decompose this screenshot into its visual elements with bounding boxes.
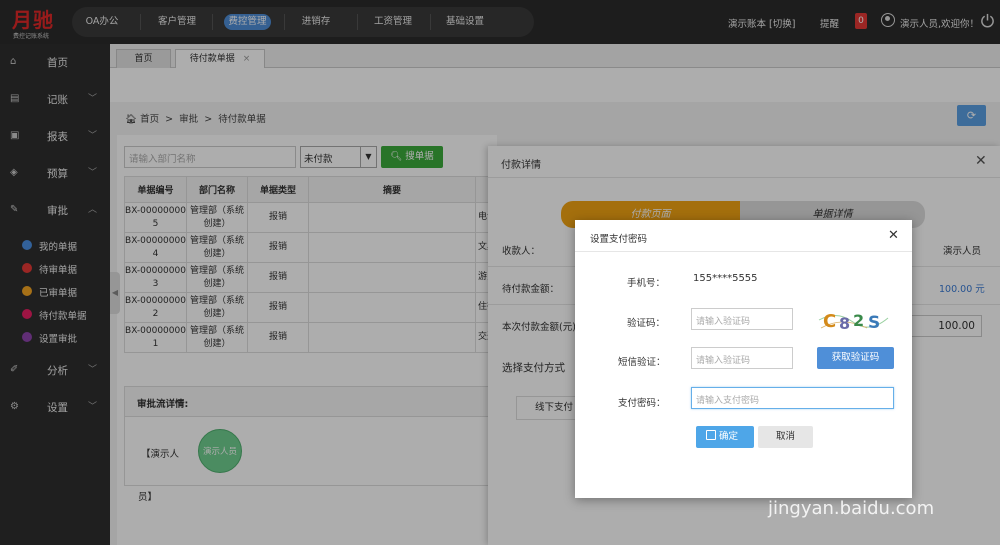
get-sms-code-button[interactable]: 获取验证码: [817, 347, 894, 369]
watermark-sub: jingyan.baidu.com: [768, 498, 935, 519]
confirm-label: 确定: [719, 431, 739, 442]
close-icon[interactable]: ✕: [888, 228, 899, 243]
phone-value: 155****5555: [693, 273, 758, 284]
baidu-watermark: Bai 经验 jingyan.baidu.com: [760, 440, 992, 530]
captcha-label: 验证码：: [627, 318, 666, 329]
sms-code-input[interactable]: 请输入验证码: [691, 347, 793, 369]
save-icon: [706, 430, 716, 440]
svg-text:C: C: [823, 311, 836, 332]
svg-text:S: S: [868, 313, 880, 333]
phone-label: 手机号：: [627, 278, 666, 289]
watermark-main: Bai 经验: [760, 446, 893, 484]
dialog-title: 设置支付密码: [590, 234, 648, 245]
svg-text:2: 2: [853, 311, 864, 330]
dialog-header: 设置支付密码 ✕: [575, 220, 912, 252]
pay-password-label: 支付密码：: [618, 398, 666, 409]
captcha-input[interactable]: 请输入验证码: [691, 308, 793, 330]
confirm-button[interactable]: 确定: [696, 426, 754, 448]
pay-password-input[interactable]: 请输入支付密码: [691, 387, 894, 409]
sms-label: 短信验证：: [618, 357, 666, 368]
captcha-image[interactable]: C 8 2 S: [817, 306, 890, 334]
svg-text:8: 8: [839, 314, 850, 333]
